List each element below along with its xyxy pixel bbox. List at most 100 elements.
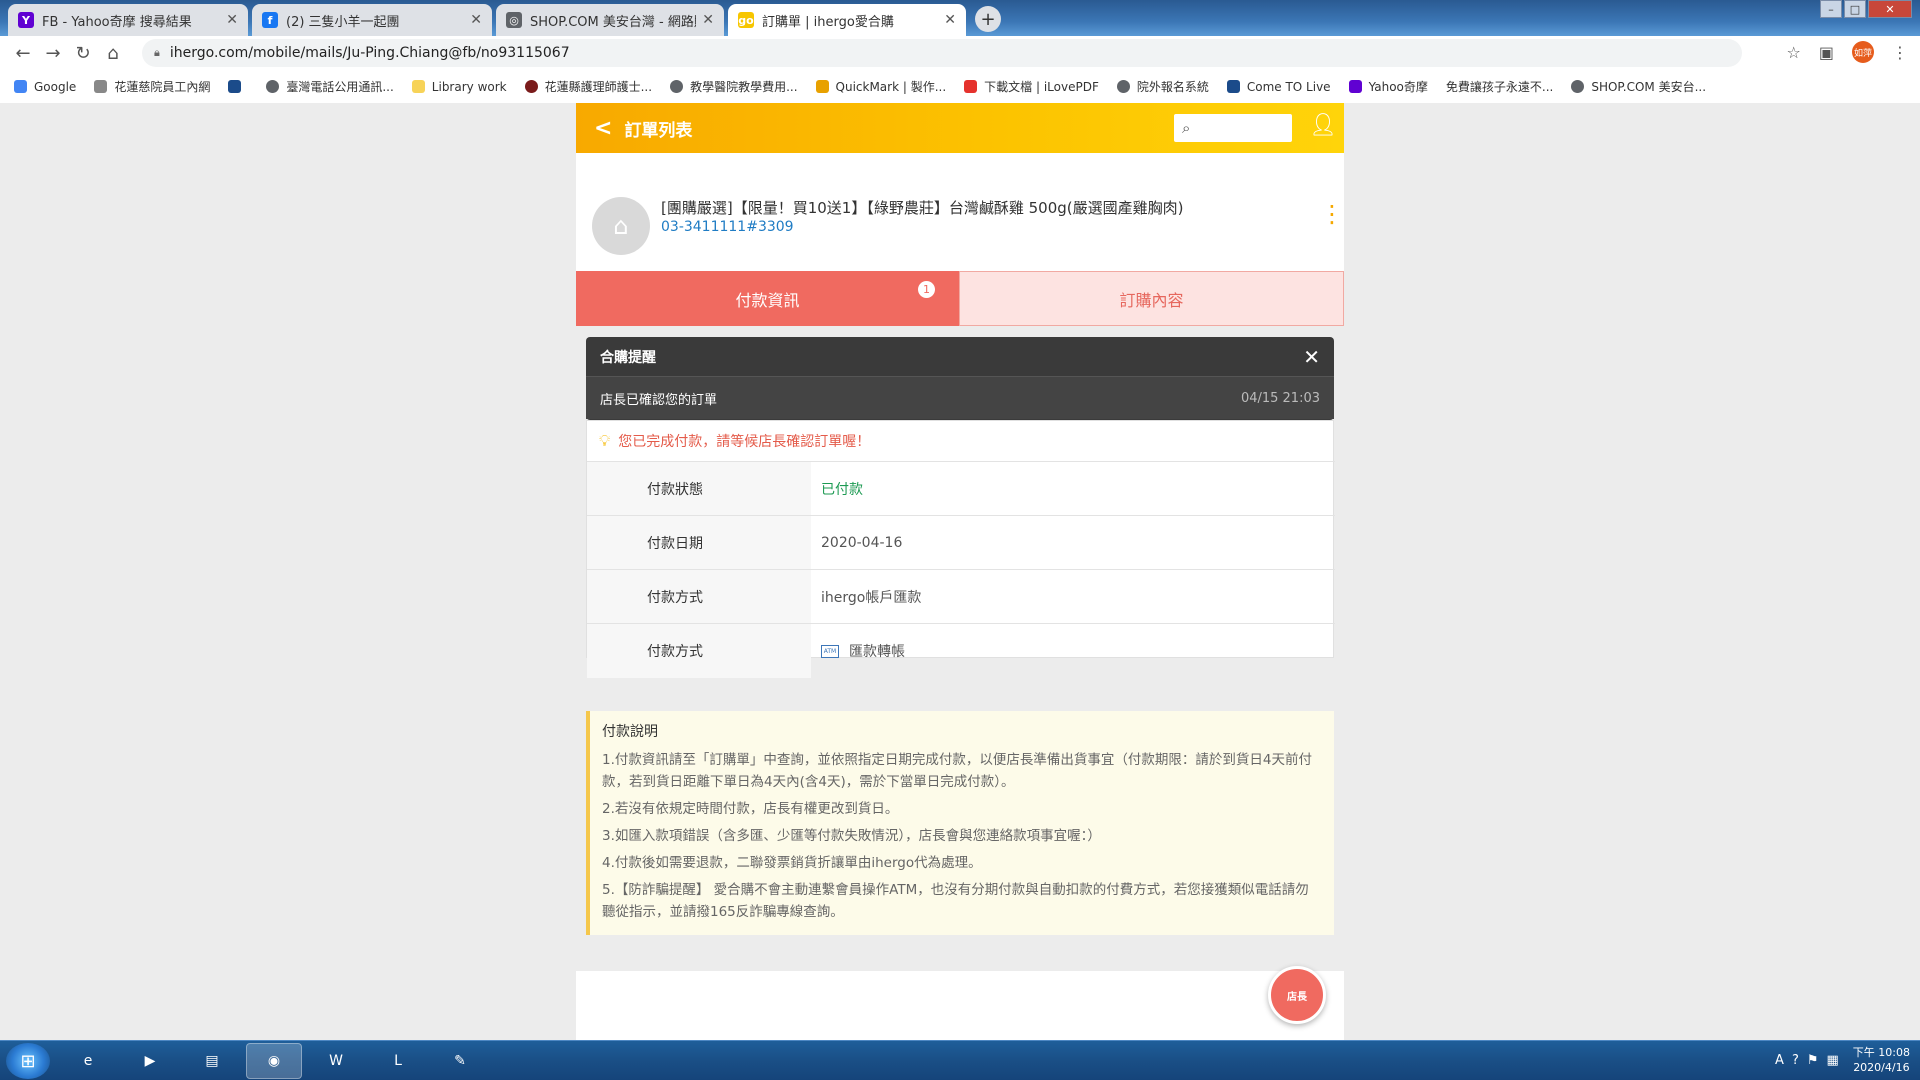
- browser-tab[interactable]: ◎ SHOP.COM 美安台灣 - 網路購物 ✕: [496, 4, 724, 36]
- profile-avatar[interactable]: 如萍: [1852, 41, 1874, 63]
- table-row: 付款狀態 已付款: [587, 461, 1335, 516]
- store-manager-button[interactable]: 店長: [1268, 966, 1326, 1024]
- globe-icon: [266, 80, 280, 93]
- bookmark-item[interactable]: 免費讓孩子永遠不...: [1446, 78, 1553, 95]
- start-button[interactable]: ⊞: [6, 1043, 50, 1079]
- bookmark-item[interactable]: 花蓮縣護理師護士...: [524, 78, 652, 95]
- window-controls: – □ ✕: [1818, 0, 1912, 18]
- folder-icon: [411, 80, 425, 93]
- payment-date: 2020-04-16: [811, 515, 1335, 570]
- explanation-item: 4.付款後如需要退款，二聯發票銷貨折讓單由ihergo代為處理。: [602, 855, 982, 871]
- address-bar[interactable]: 🔒︎ ihergo.com/mobile/mails/Ju-Ping.Chian…: [142, 39, 1742, 67]
- app-header: < 訂單列表 ⌕ 👤︎: [576, 103, 1344, 153]
- bookmark-item[interactable]: Google: [14, 80, 76, 94]
- windows-taskbar: ⊞ e ▶ ▤ ◉ W L ✎ A ? ⚑ ▦ 下午 10:08 2020/4/…: [0, 1040, 1920, 1080]
- browser-chrome: Y FB - Yahoo奇摩 搜尋結果 ✕ f (2) 三隻小羊一起團 ✕ ◎ …: [0, 0, 1920, 103]
- tab-payment-info[interactable]: 付款資訊 1: [576, 271, 959, 326]
- line-icon[interactable]: L: [370, 1043, 426, 1079]
- tab-strip: Y FB - Yahoo奇摩 搜尋結果 ✕ f (2) 三隻小羊一起團 ✕ ◎ …: [0, 0, 1920, 36]
- bookmark-item[interactable]: Library work: [411, 80, 507, 94]
- clock[interactable]: 下午 10:08 2020/4/16: [1853, 1045, 1910, 1075]
- bookmark-item[interactable]: 教學醫院教學費用...: [670, 78, 798, 95]
- forward-icon[interactable]: →: [38, 43, 68, 64]
- close-tab-icon[interactable]: ✕: [944, 12, 956, 28]
- site-icon: [1226, 80, 1240, 93]
- maximize-button[interactable]: □: [1844, 0, 1866, 18]
- bookmark-item[interactable]: Yahoo奇摩: [1348, 78, 1428, 95]
- site-icon: [228, 80, 242, 93]
- word-icon[interactable]: W: [308, 1043, 364, 1079]
- globe-icon: [1116, 80, 1130, 93]
- page-title: 訂單列表: [624, 120, 693, 141]
- bookmark-item[interactable]: [228, 80, 248, 93]
- ihergo-icon: go: [738, 12, 754, 28]
- payment-table: 付款狀態 已付款 付款日期 2020-04-16 付款方式 ihergo帳戶匯款…: [587, 461, 1335, 678]
- paint-icon[interactable]: ✎: [432, 1043, 488, 1079]
- yahoo-icon: [1348, 80, 1362, 93]
- user-icon[interactable]: 👤︎: [1309, 113, 1337, 141]
- yahoo-icon: Y: [18, 12, 34, 28]
- notice-title: 合購提醒: [586, 337, 1334, 377]
- product-title: [團購嚴選]【限量！買10送1】【綠野農莊】台灣鹹酥雞 500g(嚴選國產雞胸肉…: [661, 199, 1184, 217]
- new-tab-button[interactable]: +: [975, 6, 1001, 32]
- payment-method-transfer: ATM 匯款轉帳: [811, 623, 1335, 678]
- table-row: 付款日期 2020-04-16: [587, 515, 1335, 570]
- row-label: 付款方式: [587, 623, 811, 678]
- close-window-button[interactable]: ✕: [1868, 0, 1912, 18]
- payment-tip: 💡︎ 您已完成付款，請等候店長確認訂單喔！: [599, 431, 871, 450]
- browser-toolbar: ← → ↻ ⌂ 🔒︎ ihergo.com/mobile/mails/Ju-Pi…: [0, 36, 1920, 70]
- extension-icon[interactable]: ▣: [1819, 43, 1834, 62]
- notification-badge: 1: [918, 281, 935, 298]
- search-input[interactable]: ⌕: [1174, 114, 1292, 142]
- media-player-icon[interactable]: ▶: [122, 1043, 178, 1079]
- page-footer: [576, 971, 1344, 1040]
- chrome-icon[interactable]: ◉: [246, 1043, 302, 1079]
- bookmark-item[interactable]: 臺灣電話公用通訊...: [266, 78, 394, 95]
- bookmark-star-icon[interactable]: ☆: [1787, 43, 1801, 62]
- bookmark-item[interactable]: SHOP.COM 美安台...: [1571, 78, 1706, 95]
- lightbulb-icon: 💡︎: [599, 431, 611, 450]
- back-icon[interactable]: ←: [8, 43, 38, 64]
- bookmark-item[interactable]: 院外報名系統: [1116, 78, 1209, 95]
- minimize-button[interactable]: –: [1820, 0, 1842, 18]
- payment-panel: 💡︎ 您已完成付款，請等候店長確認訂單喔！ 付款狀態 已付款 付款日期 2020…: [586, 420, 1335, 678]
- bookmark-item[interactable]: QuickMark | 製作...: [815, 78, 946, 95]
- row-label: 付款日期: [587, 515, 811, 570]
- browser-tab[interactable]: Y FB - Yahoo奇摩 搜尋結果 ✕: [8, 4, 248, 36]
- notice-time: 04/15 21:03: [1240, 391, 1320, 406]
- close-icon[interactable]: ✕: [1303, 345, 1320, 369]
- mobile-column: < 訂單列表 ⌕ 👤︎ ⌂ [團購嚴選]【限量！買10送1】【綠野農莊】台灣鹹酥…: [576, 103, 1344, 1040]
- more-options-icon[interactable]: ⋮: [1320, 202, 1344, 226]
- help-icon[interactable]: ?: [1792, 1053, 1799, 1068]
- close-tab-icon[interactable]: ✕: [702, 12, 714, 28]
- payment-status: 已付款: [811, 461, 1335, 516]
- tab-order-content[interactable]: 訂購內容: [959, 271, 1344, 326]
- table-row: 付款方式 ihergo帳戶匯款: [587, 569, 1335, 624]
- globe-icon: ◎: [506, 12, 522, 28]
- notice-message: 店長已確認您的訂單: [586, 377, 1334, 419]
- explanation-title: 付款說明: [602, 724, 658, 740]
- page-viewport: < 訂單列表 ⌕ 👤︎ ⌂ [團購嚴選]【限量！買10送1】【綠野農莊】台灣鹹酥…: [0, 103, 1920, 1040]
- google-icon: [14, 80, 27, 93]
- close-tab-icon[interactable]: ✕: [226, 12, 238, 28]
- store-phone-link[interactable]: 03-3411111#3309: [661, 219, 794, 235]
- ie-icon[interactable]: e: [60, 1043, 116, 1079]
- menu-icon[interactable]: ⋮: [1892, 43, 1908, 62]
- table-row: 付款方式 ATM 匯款轉帳: [587, 623, 1335, 678]
- file-explorer-icon[interactable]: ▤: [184, 1043, 240, 1079]
- bookmark-item[interactable]: Come TO Live: [1226, 80, 1331, 94]
- bookmarks-bar: Google 花蓮慈院員工內網 臺灣電話公用通訊... Library work…: [0, 70, 1920, 103]
- browser-tab-active[interactable]: go 訂購單 | ihergo愛合購 ✕: [728, 4, 966, 36]
- row-label: 付款狀態: [587, 461, 811, 516]
- network-icon[interactable]: ▦: [1827, 1053, 1839, 1068]
- ime-icon[interactable]: A: [1775, 1053, 1784, 1068]
- flag-icon[interactable]: ⚑: [1807, 1053, 1819, 1068]
- close-tab-icon[interactable]: ✕: [470, 12, 482, 28]
- browser-tab[interactable]: f (2) 三隻小羊一起團 ✕: [252, 4, 492, 36]
- chevron-left-icon[interactable]: <: [594, 116, 612, 141]
- bookmark-item[interactable]: 下載文檔 | iLovePDF: [964, 78, 1099, 95]
- lock-icon: 🔒︎: [154, 46, 160, 59]
- reload-icon[interactable]: ↻: [68, 43, 98, 64]
- home-icon[interactable]: ⌂: [98, 43, 128, 64]
- bookmark-item[interactable]: 花蓮慈院員工內網: [94, 78, 210, 95]
